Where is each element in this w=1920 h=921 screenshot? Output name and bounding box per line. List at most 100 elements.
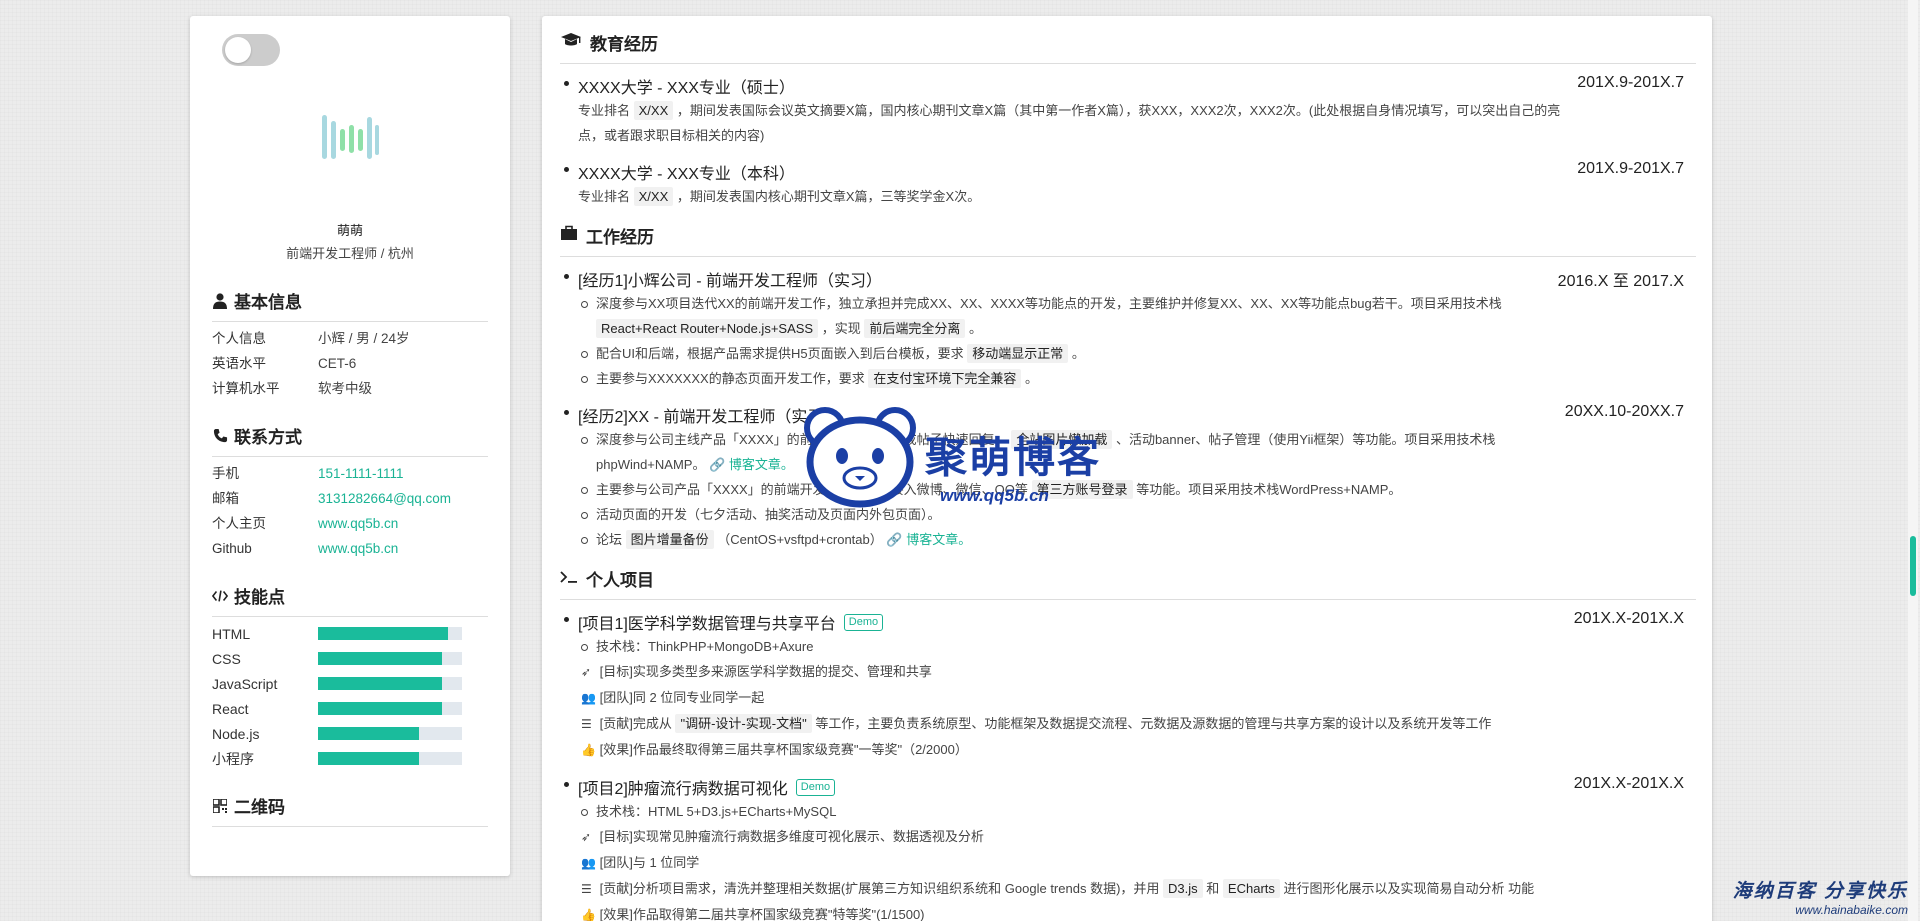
- desc-text: 专业排名: [578, 189, 631, 204]
- contact-key: 个人主页: [212, 516, 266, 531]
- skill-bar: [318, 727, 462, 740]
- work-bullet: 配合UI和后端，根据产品需求提供H5页面嵌入到后台模板，要求 移动端显示正常 。: [578, 341, 1696, 366]
- desc-text: 专业排名: [578, 103, 631, 118]
- desc-text: [团队]与 1 位同学: [599, 855, 700, 870]
- link-icon: 🔗: [886, 532, 903, 547]
- entry-date: 201X.9-201X.7: [1577, 160, 1684, 177]
- project-bullet: 👥 [团队]同 2 位同专业同学一起: [578, 685, 1696, 711]
- skill-name: CSS: [212, 650, 241, 667]
- project-bullet: 👍 [效果]作品取得第二届共享杯国家级竞赛"特等奖"(1/1500): [578, 902, 1696, 921]
- entry-date: 20XX.10-20XX.7: [1564, 403, 1684, 420]
- link-icon: 🔗: [709, 457, 726, 472]
- desc-text: ，实现: [821, 321, 861, 336]
- info-value: CET-6: [318, 356, 357, 371]
- code-icon: [212, 588, 228, 604]
- user-icon: [212, 292, 228, 309]
- desc-text: 等工作，主要负责系统原型、功能框架及数据提交流程、元数据及源数据的管理与共享方案…: [815, 716, 1492, 731]
- corner-watermark: 海纳百客 分享快乐 www.hainabaike.com: [1733, 876, 1908, 917]
- skill-bar-fill: [318, 727, 419, 740]
- project-bullet: ☰ [贡献]分析项目需求，清洗并整理相关数据(扩展第三方知识组织系统和 Goog…: [578, 876, 1696, 902]
- contact-row: Github www.qq5b.cn: [212, 540, 494, 557]
- skills-heading: 技能点: [212, 583, 488, 617]
- desc-text: 活动页面的开发（七夕活动、抽奖活动及页面内外包页面）。: [596, 507, 941, 522]
- desc-text: [目标]实现多类型多来源医学科学数据的提交、管理和共享: [599, 664, 932, 679]
- skills-list: HTML CSS JavaScript React Node.js 小程序: [206, 625, 494, 767]
- entry-date: 201X.9-201X.7: [1577, 74, 1684, 91]
- desc-text: 主要参与公司产品「XXXX」的前端开发工作，实现接入微博、微信、QQ等: [596, 482, 1028, 497]
- desc-text: ，期间发表国内核心期刊文章X篇，三等奖学金X次。: [676, 189, 981, 204]
- skill-name: JavaScript: [212, 675, 278, 692]
- section-title: 教育经历: [590, 35, 658, 54]
- project-entry: [项目1]医学科学数据管理与共享平台 Demo 201X.X-201X.X 技术栈：…: [560, 610, 1696, 763]
- thumbs-up-icon: 👍: [581, 908, 596, 921]
- contact-heading: 联系方式: [212, 423, 488, 457]
- work-heading: 工作经历: [560, 223, 1696, 257]
- phone-icon: [212, 428, 228, 444]
- desc-text: 等功能。项目采用技术栈WordPress+NAMP。: [1136, 482, 1402, 497]
- skill-bar-fill: [318, 677, 442, 690]
- desc-text: ，期间发表国际会议英文摘要X篇，国内核心期刊文章X篇（其中第一作者X篇），获XX…: [676, 103, 1561, 118]
- entry-title: [经历1]小辉公司 - 前端开发工程师（实习）: [578, 273, 883, 290]
- qr-heading: 二维码: [212, 793, 488, 827]
- skill-row: 小程序: [212, 750, 494, 767]
- blog-article-link[interactable]: 🔗 博客文章。: [709, 457, 794, 472]
- entry-title: [项目1]医学科学数据管理与共享平台: [578, 616, 836, 633]
- contact-key: 邮箱: [212, 491, 239, 506]
- highlight-code: 前后端完全分离: [864, 319, 966, 338]
- desc-text: 和: [1206, 881, 1220, 896]
- profile-name: 萌萌: [336, 223, 363, 238]
- highlight-code: 移动端显示正常: [967, 344, 1069, 363]
- info-value: 软考中级: [318, 381, 372, 396]
- work-entry: [经历1]小辉公司 - 前端开发工程师（实习） 2016.X 至 2017.X 深…: [560, 267, 1696, 391]
- info-value: 小辉 / 男 / 24岁: [318, 331, 410, 346]
- desc-text: （CentOS+vsftpd+crontab）: [717, 532, 883, 547]
- skill-bar-fill: [318, 652, 442, 665]
- email-link[interactable]: 3131282664@qq.com: [318, 490, 451, 507]
- page-scrollbar[interactable]: [1908, 0, 1918, 921]
- contact-row: 个人主页 www.qq5b.cn: [212, 515, 494, 532]
- info-key: 个人信息: [212, 331, 266, 346]
- briefcase-icon: [560, 225, 578, 246]
- team-icon: 👥: [581, 856, 596, 870]
- skill-row: CSS: [212, 650, 494, 667]
- work-bullet: 深度参与XX项目迭代XX的前端开发工作，独立承担并完成XX、XX、XXXX等功能…: [578, 291, 1696, 341]
- skill-bar-fill: [318, 627, 448, 640]
- entry-title: [经历2]XX - 前端开发工程师（实习）: [578, 409, 840, 426]
- desc-text: 深度参与公司主线产品「XXXX」的前端开发工作，完成帖子快速回复、: [596, 432, 1008, 447]
- skill-name: Node.js: [212, 725, 260, 742]
- theme-toggle[interactable]: [222, 34, 280, 66]
- entry-date: 201X.X-201X.X: [1573, 775, 1684, 792]
- section-title: 二维码: [234, 798, 285, 817]
- education-entry: XXXX大学 - XXX专业（本科） 201X.9-201X.7 专业排名 X/X…: [560, 160, 1696, 209]
- thumbs-up-icon: 👍: [581, 743, 596, 757]
- project-bullet: ➶ [目标]实现多类型多来源医学科学数据的提交、管理和共享: [578, 659, 1696, 685]
- scrollbar-thumb[interactable]: [1910, 536, 1916, 596]
- toggle-knob[interactable]: [225, 37, 251, 63]
- desc-text: 。: [1071, 346, 1085, 361]
- info-row: 英语水平 CET-6: [212, 355, 494, 372]
- section-title: 个人项目: [586, 571, 654, 590]
- send-icon: ➶: [581, 665, 592, 679]
- desc-text: 进行图形化展示以及实现简易自动分析 功能: [1283, 881, 1535, 896]
- homepage-link[interactable]: www.qq5b.cn: [318, 515, 398, 532]
- contact-key: 手机: [212, 466, 239, 481]
- highlight-code: "调研-设计-实现-文档": [675, 714, 812, 733]
- demo-badge[interactable]: Demo: [843, 613, 884, 631]
- profile-role: 前端开发工程师 / 杭州: [286, 246, 414, 261]
- info-row: 计算机水平 软考中级: [212, 380, 494, 397]
- desc-text: 点，或者跟求职目标相关的内容): [578, 128, 765, 143]
- logo: [206, 112, 494, 162]
- skill-name: 小程序: [212, 750, 254, 767]
- desc-text: 深度参与XX项目迭代XX的前端开发工作，独立承担并完成XX、XX、XXXX等功能…: [596, 296, 1502, 311]
- demo-badge[interactable]: Demo: [795, 778, 836, 796]
- blog-article-link[interactable]: 🔗 博客文章。: [886, 532, 971, 547]
- rank-code: X/XX: [633, 101, 674, 120]
- list-icon: ☰: [581, 717, 592, 731]
- github-link[interactable]: www.qq5b.cn: [318, 540, 398, 557]
- link-text: 博客文章。: [728, 457, 794, 472]
- work-bullet: 深度参与公司主线产品「XXXX」的前端开发工作，完成帖子快速回复、 全站图片懒加…: [578, 427, 1696, 477]
- project-bullet: ☰ [贡献]完成从 "调研-设计-实现-文档" 等工作，主要负责系统原型、功能框…: [578, 711, 1696, 737]
- profile-sidebar: 萌萌 前端开发工程师 / 杭州 基本信息 个人信息 小辉 / 男 / 24岁 英语…: [190, 16, 510, 876]
- phone-link[interactable]: 151-1111-1111: [318, 465, 404, 482]
- education-heading: 教育经历: [560, 30, 1696, 64]
